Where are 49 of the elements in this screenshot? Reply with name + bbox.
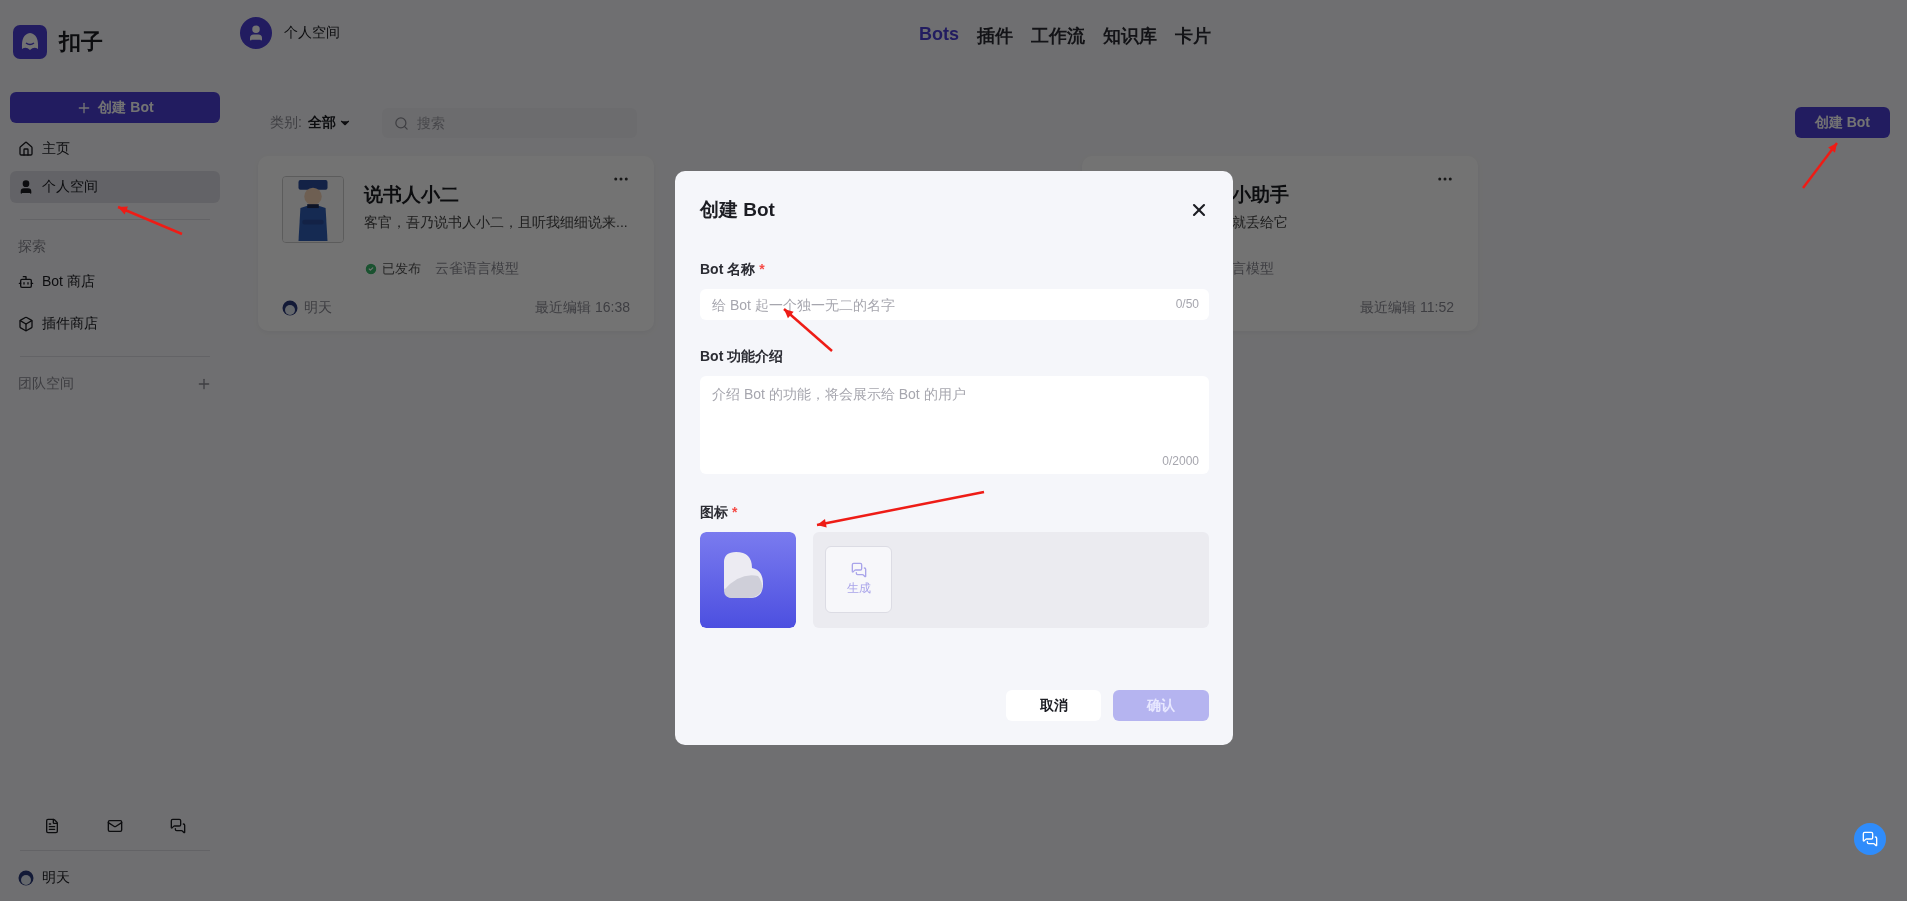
bot-icon[interactable] <box>700 532 796 628</box>
check-icon <box>364 262 378 276</box>
tab[interactable]: Bots <box>919 24 959 48</box>
generate-button[interactable]: 生成 <box>825 546 892 613</box>
user-avatar <box>282 300 298 316</box>
mail-icon[interactable] <box>107 818 123 834</box>
tab[interactable]: 工作流 <box>1031 24 1085 48</box>
bot-icon <box>18 274 34 290</box>
bot-description: 就丢给它 <box>1232 214 1289 232</box>
tab[interactable]: 卡片 <box>1175 24 1211 48</box>
nav-item[interactable]: 个人空间 <box>10 171 220 203</box>
field-label: Bot 名称 <box>700 261 756 279</box>
cancel-button[interactable]: 取消 <box>1006 690 1101 721</box>
user-avatar <box>18 870 34 886</box>
chat-icon <box>1862 831 1878 847</box>
bot-name: 说书人小二 <box>364 183 460 207</box>
user-name: 明天 <box>42 869 70 887</box>
required-mark: * <box>759 261 765 279</box>
dialog-title: 创建 Bot <box>700 198 775 222</box>
cube-icon <box>18 316 34 332</box>
chat-icon[interactable] <box>170 818 187 834</box>
tab[interactable]: 插件 <box>977 24 1013 48</box>
bot-name: 小助手 <box>1232 183 1289 207</box>
field-label: 图标 <box>700 504 728 522</box>
annotation-arrow <box>1802 142 1838 189</box>
required-mark: * <box>732 504 738 522</box>
user-icon <box>18 179 34 195</box>
annotation-arrow <box>117 205 183 236</box>
category-dropdown[interactable]: 全部 <box>307 113 352 132</box>
tab[interactable]: 知识库 <box>1103 24 1157 48</box>
field-label: Bot 功能介绍 <box>700 348 785 366</box>
brand-name: 扣子 <box>59 28 103 56</box>
document-icon[interactable] <box>43 818 60 834</box>
nav-item[interactable]: Bot 商店 <box>10 266 220 298</box>
logo-icon <box>13 25 47 59</box>
search-icon <box>393 115 409 131</box>
chat-button[interactable] <box>1854 823 1886 855</box>
nav-item[interactable]: 主页 <box>10 133 220 165</box>
nav-item[interactable]: 插件商店 <box>10 308 220 340</box>
status-text: 已发布 <box>382 260 421 278</box>
home-icon <box>18 141 34 157</box>
workspace-name: 个人空间 <box>284 24 340 42</box>
char-count: 0/50 <box>1175 297 1199 311</box>
create-bot-button[interactable]: 创建 Bot <box>10 92 220 123</box>
workspace-avatar <box>240 17 272 49</box>
ai-chat-icon <box>850 562 867 578</box>
bot-description: 客官，吾乃说书人小二，且听我细细说来... <box>364 214 628 232</box>
create-bot-button[interactable]: 创建 Bot <box>1794 107 1890 138</box>
char-count: 0/2000 <box>1162 454 1199 468</box>
